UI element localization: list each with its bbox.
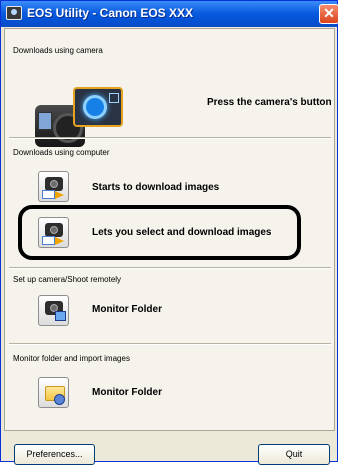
quit-button[interactable]: Quit xyxy=(258,444,330,465)
highlight-outline xyxy=(18,205,301,260)
arrow-glyph xyxy=(55,191,64,199)
canon-camera-icon xyxy=(6,6,22,20)
button-ring xyxy=(83,95,107,119)
camera-button-callout xyxy=(73,87,123,127)
close-button[interactable]: ✕ xyxy=(319,4,338,24)
title-bar[interactable]: EOS Utility - Canon EOS XXX ✕ xyxy=(1,1,338,27)
monitor-folder-icon[interactable] xyxy=(38,377,69,408)
image-glyph xyxy=(42,190,55,199)
remote-shooting-icon[interactable] xyxy=(38,295,69,326)
window-title: EOS Utility - Canon EOS XXX xyxy=(27,6,194,20)
press-camera-button-label[interactable]: Press the camera's button xyxy=(207,97,332,108)
section-label-computer: Downloads using computer xyxy=(13,148,110,157)
disc-glyph xyxy=(54,394,65,405)
monitor-folder-label[interactable]: Monitor Folder xyxy=(92,387,162,398)
section-label-setup: Set up camera/Shoot remotely xyxy=(13,275,122,284)
monitor-glyph xyxy=(55,311,66,321)
camera-lcd xyxy=(38,112,52,130)
starts-download-label[interactable]: Starts to download images xyxy=(92,182,219,193)
camera-glyph xyxy=(45,177,63,191)
section-label-monitor: Monitor folder and import images xyxy=(13,354,130,363)
section-divider xyxy=(9,137,331,139)
preferences-button[interactable]: Preferences... xyxy=(14,444,95,465)
camera-settings-label[interactable]: Monitor Folder xyxy=(92,304,162,315)
camera-button-icon[interactable] xyxy=(35,87,125,157)
print-share-mark xyxy=(109,93,119,103)
section-divider xyxy=(9,267,331,269)
section-label-camera: Downloads using camera xyxy=(13,46,103,55)
download-images-icon[interactable] xyxy=(38,171,69,202)
section-divider xyxy=(9,343,331,345)
